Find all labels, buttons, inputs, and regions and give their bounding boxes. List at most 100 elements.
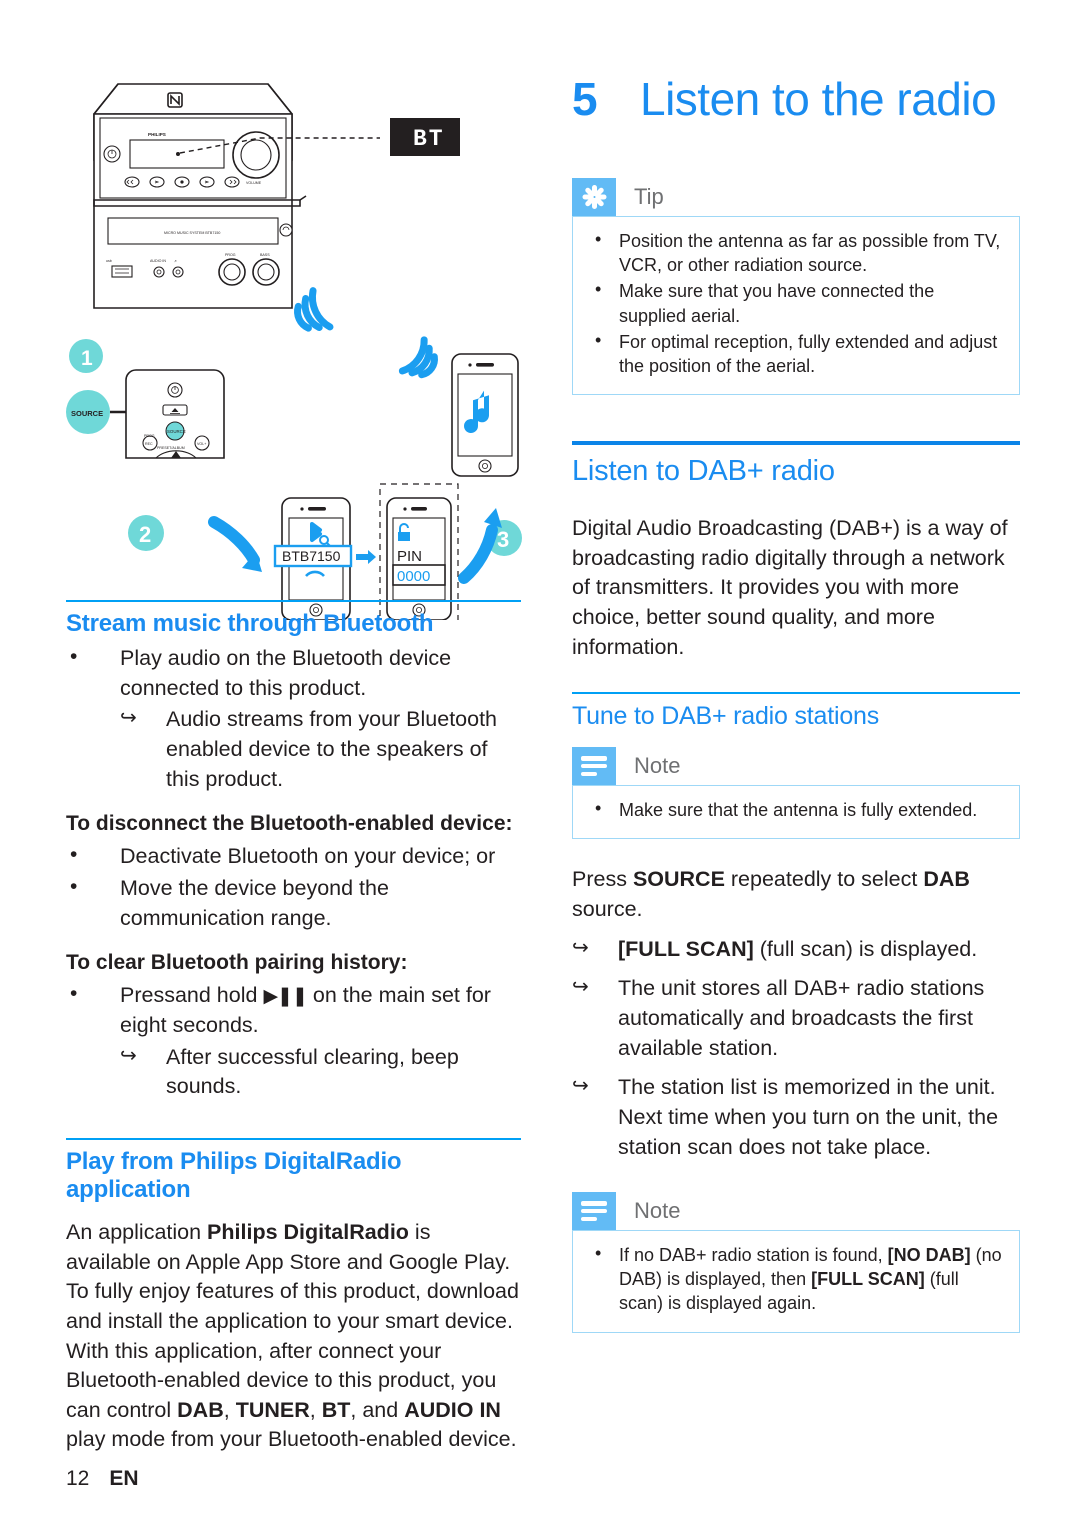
list-item-text: Make sure that you have connected the su… (619, 281, 935, 326)
app-p2-d: , and (350, 1397, 405, 1422)
section-stream-bluetooth: Stream music through Bluetooth (66, 600, 521, 638)
list-item: • For optimal reception, fully extended a… (587, 330, 1005, 378)
clear-pairing-bullet-list: • Pressand hold ▶❚❚ on the main set for … (66, 981, 521, 1040)
svg-text:BTB7150: BTB7150 (282, 548, 341, 564)
bullet-dot: • (70, 982, 78, 1006)
list-item-text: Play audio on the Bluetooth device conne… (120, 646, 452, 700)
section-listen-dab: Listen to DAB+ radio (572, 440, 1020, 488)
arrow-between-phones (356, 550, 376, 564)
section-rule (572, 692, 1020, 695)
bullet-dot: • (70, 843, 78, 867)
arrow-icon: ↪ (572, 936, 589, 959)
list-item: ↪ The unit stores all DAB+ radio station… (572, 974, 1020, 1063)
instr-source-key: SOURCE (632, 867, 725, 892)
svg-text:REC: REC (145, 442, 153, 446)
app-p2-e: play mode from your Bluetooth-enabled de… (66, 1427, 517, 1452)
app-p2-b: , (223, 1397, 236, 1422)
note-lines-icon (572, 1192, 616, 1231)
arrow-icon: ↪ (572, 976, 589, 999)
clear-text-p1: Pressand hold (120, 983, 264, 1008)
bluetooth-bullet-list: • Play audio on the Bluetooth device con… (66, 644, 521, 703)
list-item-text: Make sure that the antenna is fully exte… (619, 800, 978, 821)
list-item: • Position the antenna as far as possible… (587, 229, 1005, 277)
result-bold: [FULL SCAN] (618, 936, 754, 961)
list-item: ↪ [FULL SCAN] (full scan) is displayed. (572, 935, 1020, 965)
svg-text:BASS: BASS (260, 253, 270, 257)
svg-text:usb: usb (106, 259, 112, 263)
heading-stream-bluetooth: Stream music through Bluetooth (66, 610, 434, 637)
app-p2-bold1: DAB (177, 1397, 224, 1422)
bluetooth-arrow-list: ↪ Audio streams from your Bluetooth enab… (120, 705, 521, 794)
instr-mid: repeatedly to select (724, 867, 924, 892)
list-item-text: Position the antenna as far as possible … (619, 231, 1001, 276)
list-item: • Play audio on the Bluetooth device con… (66, 644, 521, 703)
arrow-icon: ↪ (120, 707, 137, 730)
bluetooth-pairing-illustration: .ln { fill:none; stroke:#231f20; stroke-… (60, 60, 530, 620)
play-pause-icon: ▶❚❚ (263, 986, 307, 1008)
bullet-dot: • (70, 645, 78, 668)
tip-callout-header: Tip (572, 178, 1020, 217)
instr-pre: Press (572, 867, 633, 892)
svg-text:PROG: PROG (144, 434, 155, 438)
list-item: ↪ The station list is memorized in the u… (572, 1073, 1020, 1162)
note-lines-glyph (581, 756, 607, 777)
result-text: The unit stores all DAB+ radio stations … (618, 976, 985, 1060)
phone-now-playing (451, 353, 519, 477)
note-list: • Make sure that the antenna is fully ext… (587, 798, 1005, 822)
app-p1-a: An application (66, 1219, 208, 1244)
heading-digitalradio-app: Play from Philips DigitalRadio applicati… (66, 1147, 402, 1203)
tune-results-list: ↪ [FULL SCAN] (full scan) is displayed. … (572, 935, 1020, 1163)
svg-text:VOL+: VOL+ (197, 442, 206, 446)
list-item: • Make sure that you have connected the s… (587, 279, 1005, 327)
app-paragraph-2: To fully enjoy features of this product,… (66, 1277, 521, 1455)
note-lines-glyph (581, 1201, 607, 1222)
heading-listen-dab: Listen to DAB+ radio (572, 454, 835, 487)
clear-pairing-arrow-list: ↪ After successful clearing, beep sounds… (120, 1043, 521, 1102)
left-column: Stream music through Bluetooth • Play au… (66, 600, 521, 1455)
svg-text:1: 1 (81, 347, 93, 370)
chapter-number: 5 (572, 73, 598, 125)
section-digitalradio-app: Play from Philips DigitalRadio applicati… (66, 1137, 521, 1204)
svg-text:PRESET/ALBUM: PRESET/ALBUM (157, 446, 185, 450)
note-callout-2-header: Note (572, 1192, 1020, 1231)
philips-brand-label: PHILIPS (148, 132, 166, 137)
app-paragraph-1: An application Philips DigitalRadio is a… (66, 1218, 521, 1277)
disconnect-bullet-list: • Deactivate Bluetooth on your device; o… (66, 842, 521, 933)
note-callout-1-label: Note (634, 753, 681, 779)
step-badge-2: 2 (128, 515, 164, 551)
bullet-dot: • (70, 874, 78, 898)
app-p2-bold2: TUNER (235, 1397, 310, 1422)
list-item-text: Audio streams from your Bluetooth enable… (166, 707, 498, 791)
heading-tune-dab: Tune to DAB+ radio stations (572, 702, 880, 731)
note2-b2: [FULL SCAN] (811, 1269, 925, 1290)
tip-callout-label: Tip (634, 184, 664, 210)
right-column: 5 Listen to the radio Tip • Position the… (572, 60, 1020, 1333)
result-text: The station list is memorized in the uni… (618, 1075, 999, 1159)
bt-display-badge: BT (390, 118, 460, 156)
svg-text:SOURCE: SOURCE (71, 409, 103, 418)
app-p2-bold4: AUDIO IN (404, 1397, 501, 1422)
list-item: • Make sure that the antenna is fully ext… (587, 798, 1005, 822)
svg-text:♬: ♬ (174, 259, 178, 263)
bullet-dot: • (595, 279, 602, 300)
bluetooth-waves-phone (398, 336, 438, 379)
chapter-title-block: 5 Listen to the radio (572, 72, 1020, 126)
tune-instruction: Press SOURCE repeatedly to select DAB so… (572, 865, 1020, 924)
dab-paragraph: Digital Audio Broadcasting (DAB+) is a w… (572, 515, 1008, 659)
step-badge-1: 1 (69, 339, 103, 373)
page-title: Listen to the radio (640, 73, 997, 125)
svg-text:0000: 0000 (397, 568, 430, 585)
result-text: (full scan) is displayed. (753, 936, 978, 961)
tip-callout-body: • Position the antenna as far as possible… (572, 216, 1020, 395)
list-item-text: For optimal reception, fully extended an… (619, 331, 998, 376)
list-item-text: After successful clearing, beep sounds. (166, 1044, 459, 1099)
svg-text:PROG: PROG (225, 253, 236, 257)
audio-in-label: AUDIO IN (150, 259, 166, 263)
note-callout-2-body: • If no DAB+ radio station is found, [NO … (572, 1230, 1020, 1333)
list-item: • Deactivate Bluetooth on your device; o… (66, 842, 521, 872)
list-item: ↪ Audio streams from your Bluetooth enab… (120, 705, 521, 794)
heading-clear-pairing: To clear Bluetooth pairing history: (66, 951, 408, 975)
svg-text:3: 3 (497, 527, 509, 552)
arrow-icon: ↪ (120, 1044, 137, 1067)
page-number: 12 (66, 1467, 90, 1490)
